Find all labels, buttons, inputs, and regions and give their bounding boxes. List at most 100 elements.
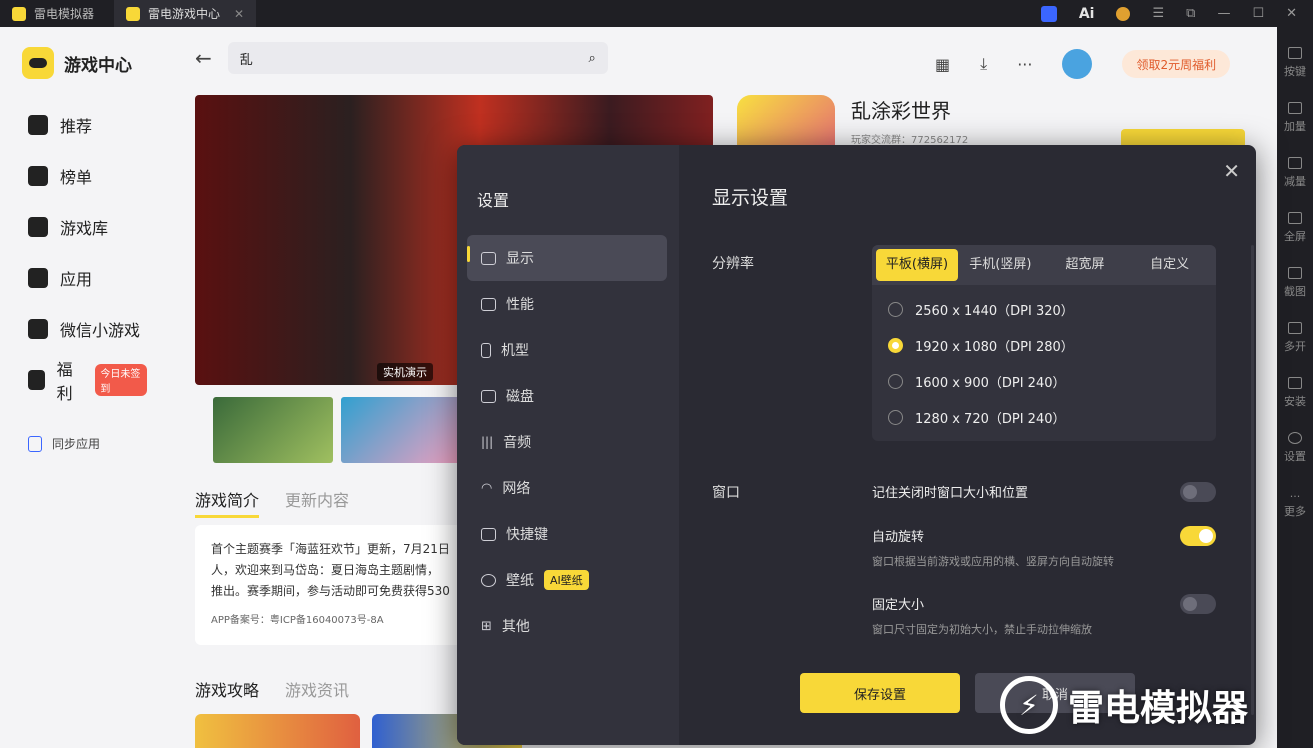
menu-item-performance[interactable]: 性能: [467, 281, 667, 327]
settings-menu-panel: 设置 显示 性能 机型 磁盘 ||| 音频 ◠ 网络 快捷键 壁纸 AI壁纸 ⊞ 其他: [457, 145, 679, 745]
nav-label: 推荐: [60, 116, 93, 136]
thunder-icon[interactable]: [1040, 5, 1057, 22]
radio-button-selected[interactable]: [888, 337, 903, 353]
res-tab-custom[interactable]: 自定义: [1127, 249, 1212, 281]
article-card[interactable]: [195, 714, 360, 748]
window-close-icon[interactable]: ✕: [1286, 6, 1297, 21]
display-settings-panel: 显示设置 ✕ 分辨率 平板(横屏) 手机(竖屏) 超宽屏 自定义 2560 x …: [679, 145, 1256, 745]
apps-icon: [28, 267, 48, 288]
toolbar-more[interactable]: ··· 更多: [1284, 477, 1306, 519]
res-option[interactable]: 1600 x 900（DPI 240）: [872, 363, 1216, 399]
radio-button[interactable]: [888, 301, 903, 317]
maximize-icon[interactable]: ☐: [1252, 6, 1264, 21]
menu-item-audio[interactable]: ||| 音频: [467, 419, 667, 465]
intro-line: 推出。赛季期间，参与活动即可免费获得530: [211, 584, 450, 598]
download-icon[interactable]: ⤓: [980, 54, 987, 74]
intro-line: 首个主题赛季「海蓝狂欢节」更新，7月21日: [211, 542, 450, 556]
toggle-fixed-size[interactable]: [1180, 594, 1216, 614]
sync-apps[interactable]: 同步应用: [0, 435, 175, 452]
tab-game-intro[interactable]: 游戏简介: [195, 487, 260, 518]
install-icon: [1288, 377, 1302, 389]
nav-item-game-library[interactable]: 游戏库: [0, 201, 175, 252]
tab-update-content[interactable]: 更新内容: [285, 487, 349, 518]
menu-item-display[interactable]: 显示: [467, 235, 667, 281]
res-tab-ultrawide[interactable]: 超宽屏: [1043, 249, 1128, 281]
home-icon: [28, 114, 48, 135]
close-icon[interactable]: ✕: [1223, 159, 1240, 183]
avatar[interactable]: [1062, 49, 1093, 79]
pin-icon[interactable]: ⧉: [1186, 6, 1195, 21]
wifi-icon: ◠: [481, 480, 493, 496]
panel-title: 显示设置: [712, 187, 789, 209]
nav-item-ranking[interactable]: 榜单: [0, 150, 175, 201]
menu-item-model[interactable]: 机型: [467, 327, 667, 373]
watermark: ⚡ 雷电模拟器: [1000, 676, 1248, 734]
disk-icon: [481, 389, 496, 403]
resolution-panel: 平板(横屏) 手机(竖屏) 超宽屏 自定义 2560 x 1440（DPI 32…: [872, 245, 1216, 441]
toolbar-keymap[interactable]: 按键: [1284, 37, 1306, 79]
nav-item-apps[interactable]: 应用: [0, 252, 175, 303]
toggle-remember-window[interactable]: [1180, 482, 1216, 502]
nav-item-wechat-games[interactable]: 微信小游戏: [0, 303, 175, 354]
toolbar-volume-down[interactable]: 减量: [1284, 147, 1306, 189]
video-thumb[interactable]: [213, 397, 333, 463]
hero-tag: 实机演示: [377, 363, 433, 381]
radio-button[interactable]: [888, 409, 903, 425]
search-icon[interactable]: ⌕: [588, 51, 595, 66]
nav-item-welfare[interactable]: 福利 今日未签到: [0, 354, 175, 405]
toolbar-screenshot[interactable]: 截图: [1284, 257, 1306, 299]
toolbar-settings[interactable]: 设置: [1284, 422, 1306, 464]
toolbar-multi[interactable]: 多开: [1284, 312, 1306, 354]
scrollbar[interactable]: [1251, 245, 1254, 715]
ai-icon[interactable]: Ai: [1079, 6, 1095, 22]
res-option[interactable]: 1920 x 1080（DPI 280）: [872, 327, 1216, 363]
tab-emulator[interactable]: 雷电模拟器: [0, 0, 106, 27]
radio-button[interactable]: [888, 373, 903, 389]
search-input[interactable]: 乱 ⌕: [227, 42, 608, 74]
nav-item-recommend[interactable]: 推荐: [0, 99, 175, 150]
tab-game-center[interactable]: 雷电游戏中心 ✕: [114, 0, 257, 27]
toolbar-fullscreen[interactable]: 全屏: [1284, 202, 1306, 244]
coin-icon[interactable]: [1116, 6, 1131, 21]
menu-icon[interactable]: ☰: [1152, 6, 1164, 21]
menu-item-disk[interactable]: 磁盘: [467, 373, 667, 419]
tab-game-guide[interactable]: 游戏攻略: [195, 677, 259, 705]
game-center-logo-icon: [126, 6, 141, 21]
res-tab-tablet[interactable]: 平板(横屏): [876, 249, 958, 281]
toggle-auto-rotate[interactable]: [1180, 526, 1216, 546]
menu-item-shortcuts[interactable]: 快捷键: [467, 511, 667, 557]
res-option[interactable]: 2560 x 1440（DPI 320）: [872, 291, 1216, 327]
game-group: 玩家交流群：772562172: [851, 135, 969, 146]
tab-close-icon[interactable]: ✕: [234, 7, 244, 21]
video-thumb[interactable]: [341, 397, 461, 463]
res-tab-phone[interactable]: 手机(竖屏): [958, 249, 1043, 281]
save-button[interactable]: 保存设置: [800, 673, 960, 713]
res-option[interactable]: 1280 x 720（DPI 240）: [872, 399, 1216, 435]
window-option-remember: 记住关闭时窗口大小和位置: [872, 482, 1216, 502]
tab-game-news[interactable]: 游戏资讯: [285, 677, 349, 705]
sync-icon: [28, 435, 42, 452]
menu-item-other[interactable]: ⊞ 其他: [467, 603, 667, 649]
more-icon[interactable]: ···: [1017, 55, 1032, 74]
menu-item-wallpaper[interactable]: 壁纸 AI壁纸: [467, 557, 667, 603]
nav-label: 微信小游戏: [60, 320, 141, 340]
multi-instance-icon: [1288, 322, 1302, 334]
more-icon: ···: [1289, 490, 1301, 503]
scissors-icon: [1288, 267, 1302, 279]
gear-icon: [1288, 432, 1302, 444]
promo-button[interactable]: 领取2元周福利: [1122, 50, 1231, 78]
tab-label: 雷电游戏中心: [148, 7, 221, 21]
nav-label: 榜单: [60, 167, 93, 187]
toolbar-install[interactable]: 安装: [1284, 367, 1306, 409]
menu-item-network[interactable]: ◠ 网络: [467, 465, 667, 511]
back-arrow-icon[interactable]: ←: [195, 46, 212, 70]
tab-label: 雷电模拟器: [34, 7, 95, 21]
game-title: 乱涂彩世界: [851, 99, 951, 123]
calendar-icon[interactable]: ▦: [935, 55, 950, 74]
window-option-fixed-size: 固定大小 窗口尺寸固定为初始大小，禁止手动拉伸缩放: [872, 594, 1216, 637]
sync-label: 同步应用: [52, 437, 101, 451]
chart-icon: [28, 165, 48, 186]
toolbar-volume-up[interactable]: 加量: [1284, 92, 1306, 134]
minimize-icon[interactable]: —: [1217, 6, 1230, 21]
brand: 游戏中心: [0, 27, 175, 99]
